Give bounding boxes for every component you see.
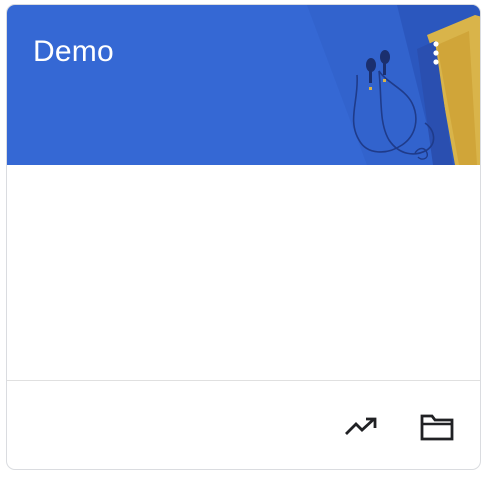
class-title[interactable]: Demo bbox=[33, 35, 114, 69]
class-card[interactable]: Demo bbox=[6, 4, 481, 470]
card-footer bbox=[7, 381, 480, 469]
trending-up-icon bbox=[345, 417, 377, 435]
card-body bbox=[7, 165, 480, 380]
open-gradebook-button[interactable] bbox=[341, 407, 381, 447]
banner-illustration bbox=[307, 5, 480, 165]
more-options-button[interactable] bbox=[421, 33, 451, 73]
open-folder-button[interactable] bbox=[417, 407, 457, 447]
card-banner[interactable]: Demo bbox=[7, 5, 480, 165]
more-vert-icon bbox=[433, 41, 439, 65]
folder-icon bbox=[420, 414, 454, 441]
